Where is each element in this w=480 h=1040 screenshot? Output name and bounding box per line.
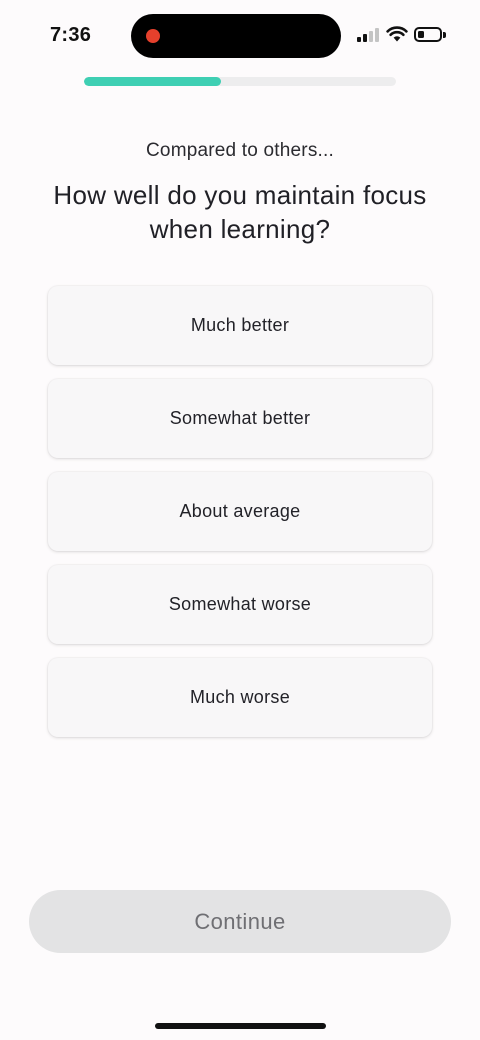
status-time: 7:36: [50, 24, 92, 46]
battery-icon: [414, 27, 442, 42]
progress-bar: [84, 77, 396, 86]
option-much-worse[interactable]: Much worse: [48, 658, 432, 737]
continue-button[interactable]: Continue: [29, 890, 451, 953]
progress-fill: [84, 77, 222, 86]
home-indicator[interactable]: [155, 1023, 326, 1029]
option-label: Somewhat better: [169, 408, 311, 428]
option-label: Somewhat worse: [168, 594, 312, 614]
option-somewhat-better[interactable]: Somewhat better: [48, 379, 432, 458]
battery-nub: [443, 32, 446, 38]
option-much-better[interactable]: Much better: [48, 286, 432, 365]
recording-indicator-icon: [146, 29, 160, 43]
option-label: Much worse: [189, 687, 291, 707]
quiz-screen: 7:36 Compared to others... How well do y…: [0, 0, 480, 1040]
option-about-average[interactable]: About average: [48, 472, 432, 551]
cellular-signal-icon: [357, 28, 379, 42]
question-subtitle: Compared to others...: [146, 140, 334, 161]
option-label: Much better: [190, 315, 290, 335]
continue-label: Continue: [194, 908, 286, 934]
option-label: About average: [179, 501, 301, 521]
question-title: How well do you maintain focus when lear…: [53, 180, 427, 244]
option-somewhat-worse[interactable]: Somewhat worse: [48, 565, 432, 644]
answer-options: Much better Somewhat better About averag…: [48, 286, 432, 751]
wifi-icon: [386, 26, 408, 42]
dynamic-island: [131, 14, 341, 58]
